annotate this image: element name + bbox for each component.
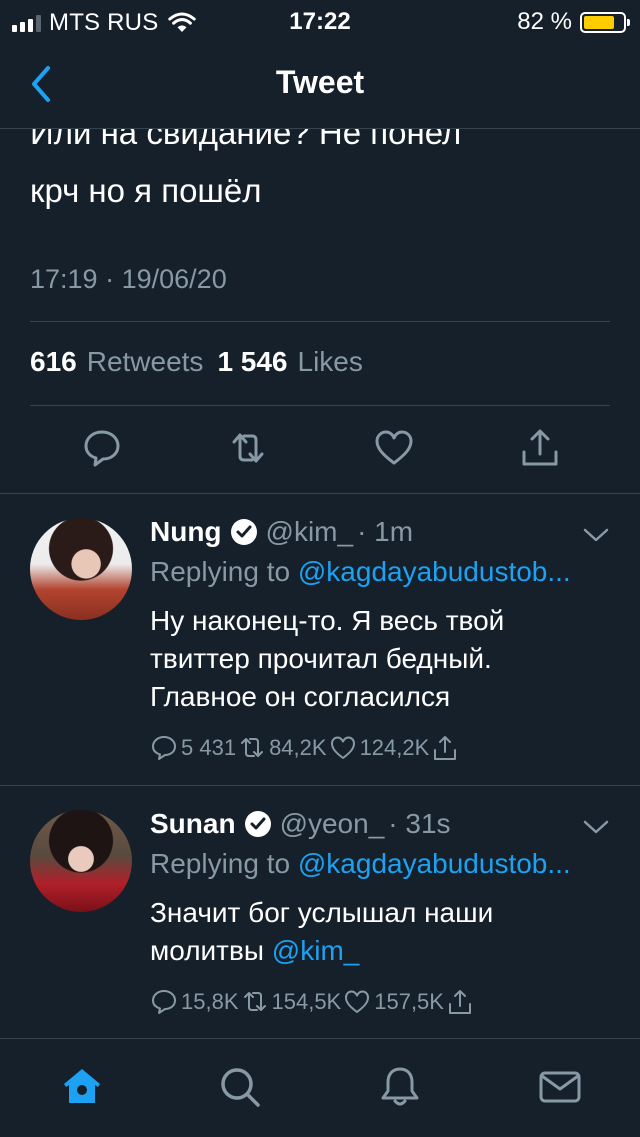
like-icon[interactable]	[343, 988, 371, 1016]
home-icon[interactable]	[58, 1063, 106, 1111]
reply-text: Ну наконец-то. Я весь твой твиттер прочи…	[150, 602, 610, 716]
replying-to-mention[interactable]: @kagdayabudustob...	[298, 848, 571, 879]
avatar[interactable]	[30, 810, 132, 912]
battery-percentage: 82 %	[517, 8, 572, 35]
retweet-icon[interactable]	[241, 988, 269, 1016]
reply-actions: 5 431 84,2K 124,2K	[150, 734, 462, 762]
tweet-stats: 616 Retweets 1 546 Likes	[30, 346, 363, 378]
mention-link[interactable]: @kim_	[272, 935, 360, 966]
avatar[interactable]	[30, 518, 132, 620]
author-handle[interactable]: @kim_	[266, 516, 354, 548]
reply-text-line: Значит бог услышал наши	[150, 897, 494, 928]
share-icon[interactable]	[446, 988, 474, 1016]
notifications-icon[interactable]	[376, 1063, 424, 1111]
reply-text-line: твиттер прочитал бедный.	[150, 643, 492, 674]
replying-to-mention[interactable]: @kagdayabudustob...	[298, 556, 571, 587]
chevron-down-icon[interactable]	[582, 526, 610, 544]
messages-icon[interactable]	[536, 1063, 584, 1111]
reply-actions: 15,8K 154,5K 157,5K	[150, 988, 477, 1016]
reply-tweet[interactable]: Nung @kim_ · 1m Replying to @kagdayabudu…	[0, 494, 640, 784]
replying-to-label: Replying to	[150, 848, 291, 879]
like-count: 157,5K	[374, 989, 444, 1014]
retweet-icon[interactable]	[238, 734, 266, 762]
reply-count: 15,8K	[181, 989, 239, 1014]
reply-count: 5 431	[181, 735, 237, 760]
divider	[30, 321, 610, 322]
tweet-time: 17:19	[30, 264, 98, 294]
likes-count[interactable]: 1 546	[217, 346, 287, 378]
replying-to-label: Replying to	[150, 556, 291, 587]
reply-icon[interactable]	[80, 426, 124, 470]
author-handle[interactable]: @yeon_	[280, 808, 385, 840]
status-bar: MTS RUS 17:22 82 %	[0, 0, 640, 40]
verified-icon	[230, 519, 257, 545]
reply-header: Nung @kim_ · 1m	[150, 516, 413, 548]
tweet-timestamp: 17:19 · 19/06/20	[30, 264, 227, 295]
verified-icon	[244, 811, 271, 837]
battery-group: 82 %	[517, 8, 630, 36]
share-icon[interactable]	[431, 734, 459, 762]
tweet-text-line: крч но я пошёл	[30, 172, 262, 209]
retweets-count[interactable]: 616	[30, 346, 77, 378]
battery-fill	[584, 15, 615, 29]
page-title: Tweet	[275, 64, 365, 100]
chevron-down-icon[interactable]	[582, 818, 610, 836]
reply-text-line: Ну наконец-то. Я весь твой	[150, 605, 505, 636]
reply-text-line: молитвы @kim_	[150, 932, 610, 970]
replying-to: Replying to @kagdayabudustob...	[150, 556, 610, 588]
search-icon[interactable]	[216, 1063, 264, 1111]
reply-tweet[interactable]: Sunan @yeon_ · 31s Replying to @kagdayab…	[0, 786, 640, 1036]
reply-time: · 31s	[388, 808, 451, 839]
retweet-count: 154,5K	[271, 989, 342, 1014]
replying-to: Replying to @kagdayabudustob...	[150, 848, 610, 880]
tweet-meta-separator: ·	[105, 264, 115, 294]
navigation-bar: Tweet	[0, 40, 640, 129]
likes-label[interactable]: Likes	[298, 346, 363, 378]
reply-icon[interactable]	[150, 988, 178, 1016]
battery-icon	[580, 11, 630, 33]
reply-time: · 1m	[357, 516, 414, 547]
author-name[interactable]: Sunan	[150, 808, 236, 840]
reply-text-line: Главное он согласился	[150, 681, 451, 712]
reply-header: Sunan @yeon_ · 31s	[150, 808, 451, 840]
like-icon[interactable]	[372, 426, 416, 470]
reply-text-fragment: молитвы	[150, 935, 265, 966]
divider	[30, 405, 610, 406]
author-name[interactable]: Nung	[150, 516, 222, 548]
tab-bar	[0, 1038, 640, 1137]
reply-icon[interactable]	[150, 734, 178, 762]
like-count: 124,2K	[359, 735, 430, 760]
retweets-label[interactable]: Retweets	[87, 346, 204, 378]
tweet-actions	[0, 426, 640, 474]
tweet-date: 19/06/20	[121, 264, 227, 294]
reply-text: Значит бог услышал наши молитвы @kim_	[150, 894, 610, 970]
share-icon[interactable]	[518, 426, 562, 470]
retweet-icon[interactable]	[226, 426, 270, 470]
like-icon[interactable]	[329, 734, 357, 762]
retweet-count: 84,2K	[269, 735, 327, 760]
